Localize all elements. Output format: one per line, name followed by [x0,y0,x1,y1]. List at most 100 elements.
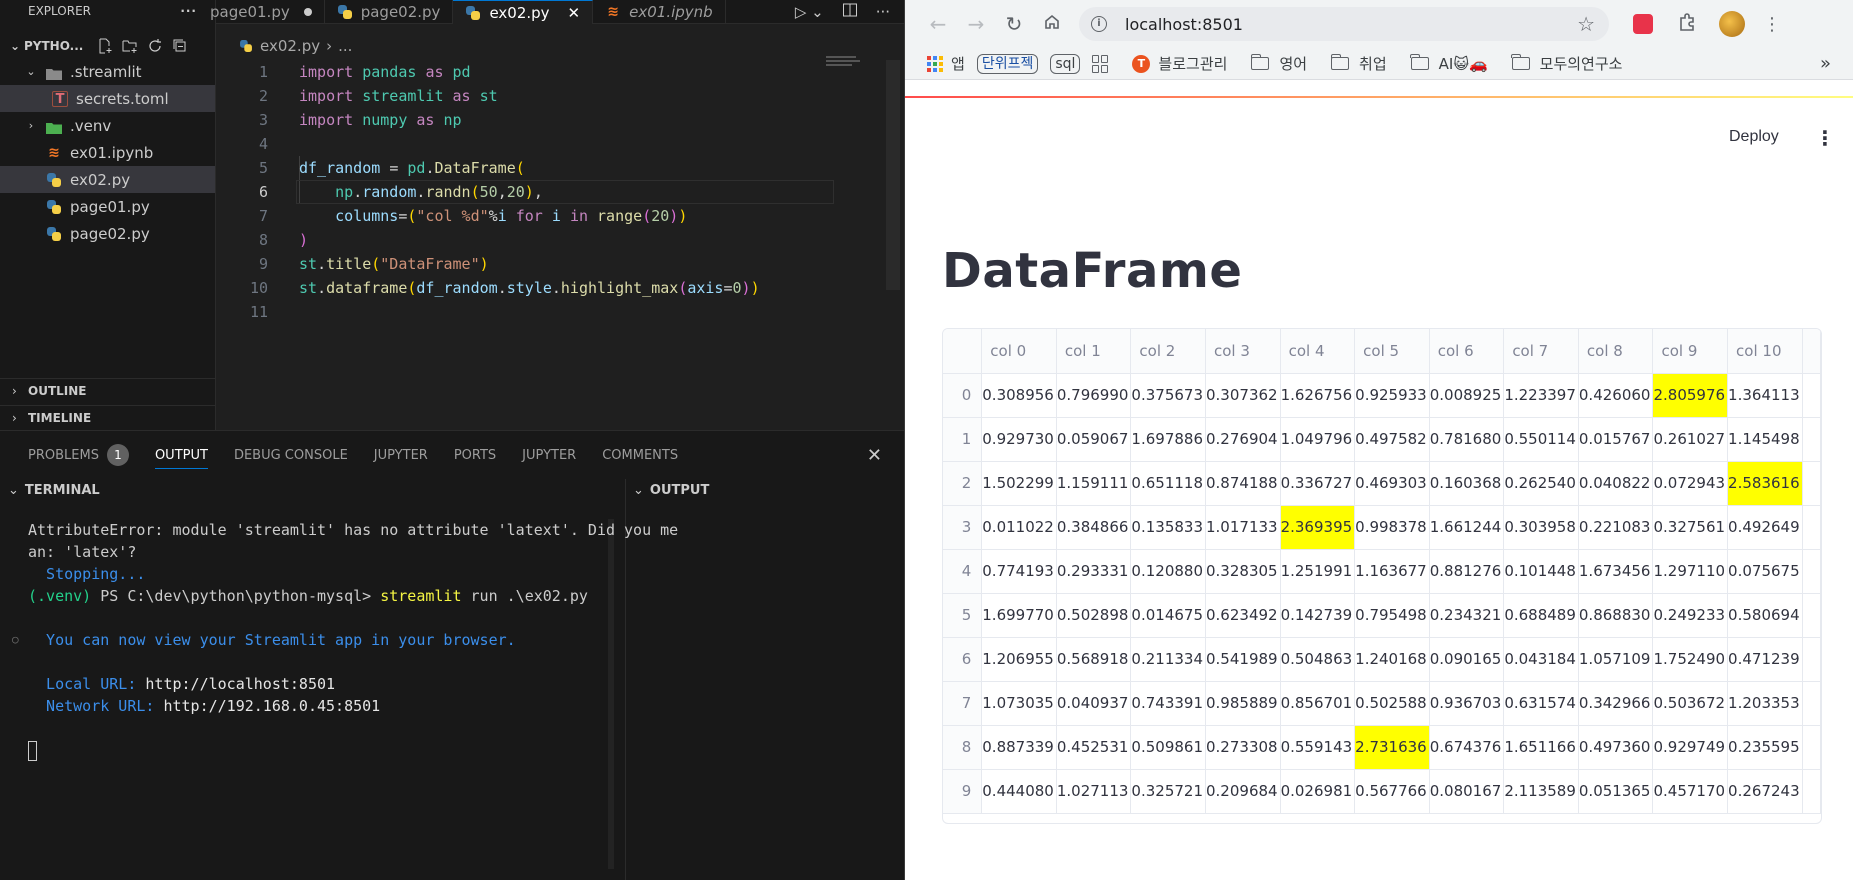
table-cell[interactable]: 1.017133 [1205,505,1281,550]
back-arrow-icon[interactable]: ← [919,12,957,36]
outline-section[interactable]: › OUTLINE [0,378,216,402]
table-cell-overflow[interactable] [1802,549,1821,594]
tab-ex01[interactable]: ≋ ex01.ipynb [593,0,726,24]
tree-file-page02-py[interactable]: page02.py [0,220,215,247]
table-cell[interactable]: 2.113589 [1503,769,1579,814]
tree-folder-venv[interactable]: › .venv [0,112,215,139]
table-cell[interactable]: 0.235595 [1727,725,1803,770]
table-cell[interactable]: 1.251991 [1280,549,1356,594]
tab-jupyter[interactable]: JUPYTER [374,431,428,479]
address-bar[interactable]: i localhost:8501 ☆ [1079,7,1609,41]
table-cell[interactable]: 0.580694 [1727,593,1803,638]
table-cell[interactable]: 0.293331 [1056,549,1132,594]
code-line[interactable]: 8) [216,228,904,252]
bookmark-grid[interactable] [1092,54,1110,73]
more-actions-icon[interactable]: ··· [876,3,890,21]
table-cell[interactable]: 0.011022 [981,505,1057,550]
forward-arrow-icon[interactable]: → [957,12,995,36]
column-header[interactable]: col 4 [1280,329,1356,374]
table-cell[interactable]: 0.874188 [1205,461,1281,506]
table-cell[interactable]: 0.375673 [1130,373,1206,418]
column-header[interactable]: col 5 [1354,329,1430,374]
table-cell[interactable]: 0.325721 [1130,769,1206,814]
table-cell-overflow[interactable] [1802,461,1821,506]
row-index[interactable]: 3 [943,505,983,550]
table-cell[interactable]: 0.120880 [1130,549,1206,594]
table-cell[interactable]: 0.504863 [1280,637,1356,682]
table-cell[interactable]: 0.567766 [1354,769,1430,814]
network-url-link[interactable]: http://192.168.0.45:8501 [163,697,380,715]
close-tab-icon[interactable]: ✕ [568,4,581,22]
profile-avatar[interactable] [1719,11,1745,37]
row-index[interactable]: 0 [943,373,983,418]
code-line[interactable]: 10 st.dataframe(df_random.style.highlight… [216,276,904,300]
table-cell[interactable]: 0.502588 [1354,681,1430,726]
split-editor-icon[interactable] [842,2,858,22]
code-line[interactable]: 3 import numpy as np [216,108,904,132]
row-index[interactable]: 7 [943,681,983,726]
table-cell[interactable]: 0.881276 [1429,549,1505,594]
table-cell[interactable]: 0.015767 [1578,417,1654,462]
table-cell[interactable]: 2.731636 [1354,725,1430,770]
tab-ports[interactable]: PORTS [454,431,496,479]
panel-divider[interactable] [625,479,626,880]
code-line[interactable]: 4 [216,132,904,156]
row-index[interactable]: 2 [943,461,983,506]
table-cell[interactable]: 0.336727 [1280,461,1356,506]
table-cell[interactable]: 0.497360 [1578,725,1654,770]
terminal-body[interactable]: AttributeError: module 'streamlit' has n… [12,519,678,761]
table-cell[interactable]: 0.651118 [1130,461,1206,506]
tab-problems[interactable]: PROBLEMS 1 [28,431,129,479]
code-line[interactable]: 2 import streamlit as st [216,84,904,108]
table-cell[interactable]: 0.631574 [1503,681,1579,726]
table-cell-overflow[interactable] [1802,769,1821,814]
table-cell[interactable]: 0.492649 [1727,505,1803,550]
table-cell[interactable]: 0.327561 [1652,505,1729,550]
table-cell[interactable]: 1.057109 [1578,637,1654,682]
table-cell[interactable]: 0.142739 [1280,593,1356,638]
tree-file-page01-py[interactable]: page01.py [0,193,215,220]
table-cell[interactable]: 0.276904 [1205,417,1281,462]
table-cell[interactable]: 0.072943 [1652,461,1729,506]
table-cell[interactable]: 0.160368 [1429,461,1505,506]
tab-output[interactable]: OUTPUT [154,431,208,479]
table-cell[interactable]: 0.221083 [1578,505,1654,550]
table-cell[interactable]: 0.929749 [1652,725,1729,770]
more-bookmarks-icon[interactable]: » [1820,53,1831,74]
timeline-section[interactable]: › TIMELINE [0,405,216,429]
run-icon[interactable]: ▷ ⌄ [795,3,824,21]
table-cell[interactable]: 0.457170 [1652,769,1729,814]
table-cell[interactable]: 0.080167 [1429,769,1505,814]
table-cell[interactable]: 0.261027 [1652,417,1729,462]
tab-page01[interactable]: page01.py [210,0,325,24]
column-header[interactable]: col 3 [1205,329,1281,374]
table-cell[interactable]: 0.209684 [1205,769,1281,814]
table-cell[interactable]: 0.040822 [1578,461,1654,506]
table-cell[interactable]: 1.626756 [1280,373,1356,418]
table-cell[interactable]: 1.145498 [1727,417,1803,462]
code-line[interactable]: 9 st.title("DataFrame") [216,252,904,276]
browser-menu-icon[interactable]: ⋮ [1763,14,1781,35]
table-cell[interactable]: 1.699770 [981,593,1057,638]
tree-file-ex01-ipynb[interactable]: ≋ ex01.ipynb [0,139,215,166]
column-header[interactable]: col 1 [1056,329,1132,374]
table-cell[interactable]: 0.101448 [1503,549,1579,594]
table-cell[interactable]: 1.206955 [981,637,1057,682]
bookmark-blog[interactable]: T 블로그관리 [1132,53,1227,74]
code-line[interactable]: 1 import pandas as pd [216,60,904,84]
tree-folder-streamlit[interactable]: ⌄ .streamlit [0,58,215,85]
table-cell[interactable]: 0.303958 [1503,505,1579,550]
table-cell-overflow[interactable] [1802,417,1821,462]
table-cell[interactable]: 0.509861 [1130,725,1206,770]
bookmark-sql[interactable]: sql [1050,53,1081,74]
table-cell[interactable]: 1.651166 [1503,725,1579,770]
terminal-scrollbar[interactable] [608,519,614,869]
column-header[interactable]: col 2 [1130,329,1206,374]
row-index[interactable]: 9 [943,769,983,814]
table-cell[interactable]: 0.026981 [1280,769,1356,814]
output-header[interactable]: ⌄ OUTPUT [633,479,709,501]
code-line[interactable]: 11 [216,300,904,324]
tab-jupyter-2[interactable]: JUPYTER [522,431,576,479]
table-cell[interactable]: 0.051365 [1578,769,1654,814]
table-cell[interactable]: 0.342966 [1578,681,1654,726]
